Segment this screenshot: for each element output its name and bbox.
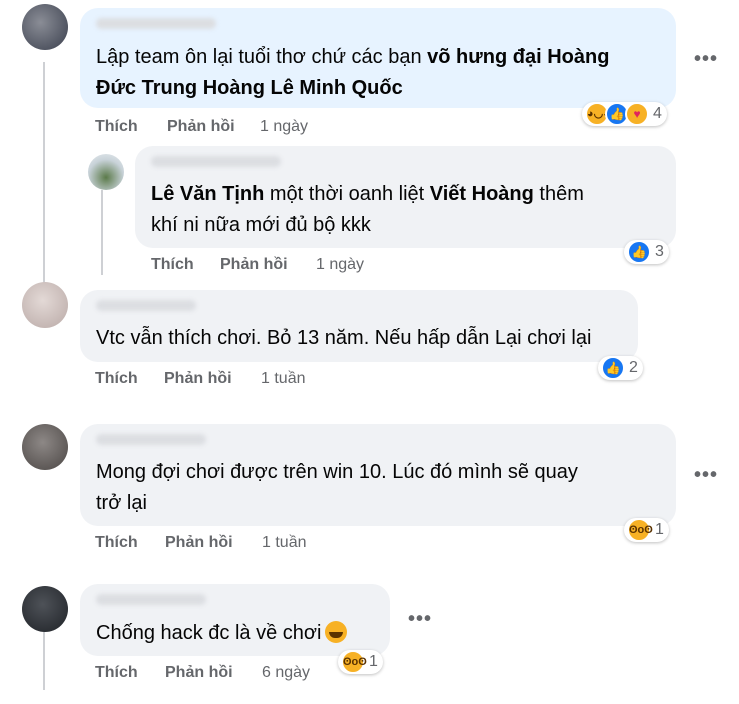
comment-text: Lập team ôn lại tuổi thơ chứ các bạn võ …	[96, 46, 610, 99]
timestamp[interactable]: 1 tuần	[262, 534, 306, 552]
comment-text: Vtc vẫn thích chơi. Bỏ 13 năm. Nếu hấp d…	[96, 327, 592, 349]
avatar[interactable]	[22, 282, 68, 328]
avatar[interactable]	[88, 154, 124, 190]
comment-actions: Thích Phản hồi 1 ngày	[95, 118, 308, 136]
reaction-summary[interactable]: 👍 2	[598, 356, 643, 380]
reaction-count: 1	[369, 653, 378, 670]
comment-text: Lê Văn Tịnh một thời oanh liệt Viết Hoàn…	[151, 183, 584, 236]
mention[interactable]: Đức Trung Hoàng Lê Minh Quốc	[96, 77, 403, 99]
reaction-summary[interactable]: ʘoʘ 1	[338, 650, 383, 674]
author-name-blurred[interactable]	[96, 594, 206, 605]
mention[interactable]: Lê Văn Tịnh	[151, 183, 264, 205]
reply-button[interactable]: Phản hồi	[167, 118, 260, 136]
laughing-crying-emoji	[325, 621, 348, 643]
care-icon: ♥	[625, 102, 649, 126]
thread-line	[43, 625, 45, 690]
comment-text: Mong đợi chơi được trên win 10. Lúc đó m…	[96, 461, 578, 514]
comment-bubble: Chống hack đc là về chơi	[80, 584, 390, 656]
comment-actions: Thích Phản hồi 6 ngày	[95, 664, 310, 682]
thread-line	[101, 190, 103, 275]
reaction-summary[interactable]: ʘoʘ 1	[624, 518, 669, 542]
timestamp[interactable]: 1 ngày	[316, 256, 364, 274]
like-icon: 👍	[601, 356, 625, 380]
author-name-blurred[interactable]	[96, 18, 216, 29]
more-options-icon[interactable]: •••	[694, 464, 718, 487]
like-button[interactable]: Thích	[95, 664, 165, 682]
avatar[interactable]	[22, 4, 68, 50]
more-options-icon[interactable]: •••	[694, 48, 718, 71]
comment-actions: Thích Phản hồi 1 ngày	[151, 256, 364, 274]
wow-icon: ʘoʘ	[627, 518, 653, 542]
wow-icon: ʘoʘ	[341, 650, 367, 674]
comment-bubble: Mong đợi chơi được trên win 10. Lúc đó m…	[80, 424, 676, 526]
thread-line	[43, 62, 45, 292]
comment-actions: Thích Phản hồi 1 tuần	[95, 534, 306, 552]
reaction-count: 4	[653, 105, 662, 122]
comment-bubble: Lập team ôn lại tuổi thơ chứ các bạn võ …	[80, 8, 676, 108]
like-button[interactable]: Thích	[151, 256, 220, 274]
reply-button[interactable]: Phản hồi	[165, 664, 262, 682]
like-button[interactable]: Thích	[95, 534, 165, 552]
mention[interactable]: Viết Hoàng	[430, 183, 534, 205]
like-button[interactable]: Thích	[95, 370, 164, 388]
comment-bubble: Lê Văn Tịnh một thời oanh liệt Viết Hoàn…	[135, 146, 676, 248]
comment-text: Chống hack đc là về chơi	[96, 618, 386, 649]
avatar[interactable]	[22, 586, 68, 632]
timestamp[interactable]: 1 ngày	[260, 118, 308, 136]
timestamp[interactable]: 6 ngày	[262, 664, 310, 682]
reply-button[interactable]: Phản hồi	[164, 370, 261, 388]
author-name-blurred[interactable]	[96, 434, 206, 445]
author-name-blurred[interactable]	[151, 156, 281, 167]
reaction-summary[interactable]: ◕◡◕ 👍 ♥ 4	[582, 102, 667, 126]
mention[interactable]: võ hưng đại Hoàng	[427, 46, 609, 68]
like-icon: 👍	[627, 240, 651, 264]
reaction-count: 2	[629, 359, 638, 376]
timestamp[interactable]: 1 tuần	[261, 370, 305, 388]
comment-actions: Thích Phản hồi 1 tuần	[95, 370, 305, 388]
reply-button[interactable]: Phản hồi	[220, 256, 316, 274]
avatar[interactable]	[22, 424, 68, 470]
reaction-count: 1	[655, 521, 664, 538]
author-name-blurred[interactable]	[96, 300, 196, 311]
reaction-count: 3	[655, 243, 664, 260]
more-options-icon[interactable]: •••	[408, 608, 432, 631]
like-button[interactable]: Thích	[95, 118, 167, 136]
comment-bubble: Vtc vẫn thích chơi. Bỏ 13 năm. Nếu hấp d…	[80, 290, 638, 362]
reply-button[interactable]: Phản hồi	[165, 534, 262, 552]
reaction-summary[interactable]: 👍 3	[624, 240, 669, 264]
